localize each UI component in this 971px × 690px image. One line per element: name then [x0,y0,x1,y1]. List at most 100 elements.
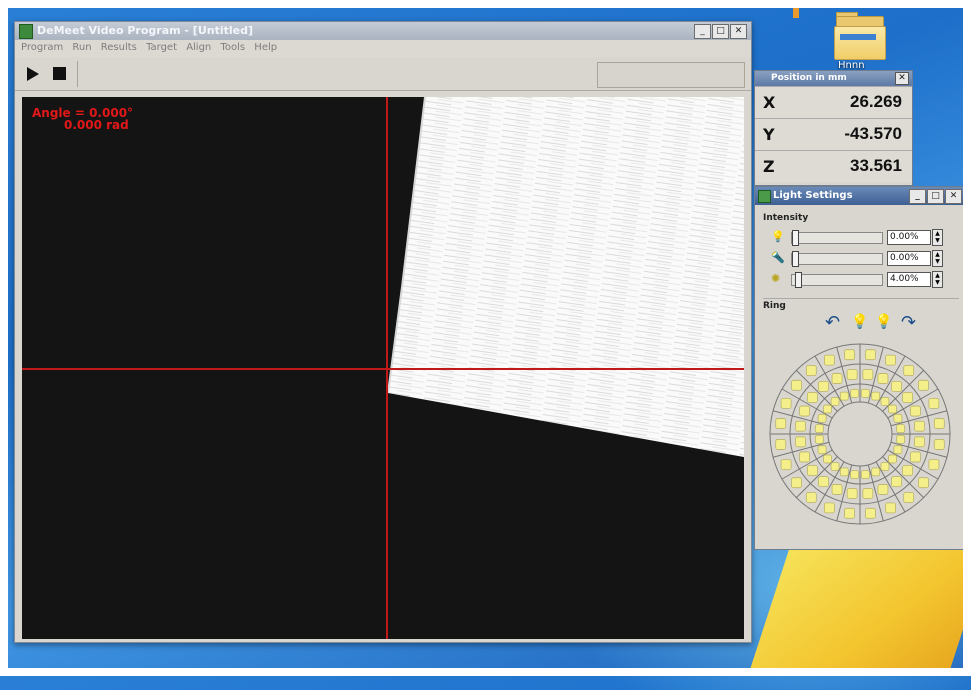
ring-led [817,445,827,455]
light-settings-icon [758,190,771,203]
intensity-slider[interactable] [791,272,883,288]
ring-led [862,369,874,380]
ring-led [903,365,915,376]
intensity-spinner[interactable]: ▲ ▼ [932,250,943,267]
ring-led [846,369,858,380]
menu-target[interactable]: Target [146,42,177,53]
main-titlebar[interactable]: DeMeet Video Program - [Untitled] _ □ ✕ [15,22,751,40]
ring-led [893,413,903,423]
position-window: Position in mm ✕ X 26.269 Y -43.570 Z 33… [754,70,913,186]
crosshair-horizontal [22,368,744,370]
intensity-row: 🔦 0.00% ▲ ▼ [769,250,959,268]
ring-led [823,454,832,464]
window-title: DeMeet Video Program - [Untitled] [37,24,254,37]
bulb-off-icon[interactable]: 💡 [875,314,892,330]
ring-led [910,405,921,417]
ring-led [839,467,849,477]
intensity-row: ✺ 4.00% ▲ ▼ [769,271,959,289]
ring-led [860,388,870,398]
ring-led [830,397,840,406]
ring-light-diagram[interactable] [767,341,953,527]
ring-led [818,380,829,392]
ring-led [791,477,802,489]
ring-led [885,502,897,514]
ring-led [918,379,929,391]
axis-value: -43.570 [844,124,902,143]
ring-light-icon: ✺ [771,272,781,285]
status-panel [597,62,745,88]
intensity-value-field[interactable]: 0.00% [887,251,931,266]
bulb-on-icon[interactable]: 💡 [851,314,868,330]
ring-led [806,465,818,476]
menu-help[interactable]: Help [254,42,277,53]
maximize-button[interactable]: □ [927,189,944,204]
close-button[interactable]: ✕ [945,189,962,204]
ring-led [799,451,810,463]
ring-led [805,365,817,376]
axis-label: Z [763,157,775,176]
ring-led [831,373,843,384]
lamp-icon: 🔦 [771,251,785,264]
light-settings-title: Light Settings [773,190,853,201]
ring-led [844,507,855,519]
ring-led [860,470,870,480]
menu-results[interactable]: Results [101,42,137,53]
ring-led [933,439,945,450]
ring-led [775,418,787,429]
desktop-marker [793,8,799,18]
ring-led [799,405,810,417]
ring-led [910,451,921,463]
position-title: Position in mm [771,73,847,83]
ring-led [902,465,914,476]
slider-thumb[interactable] [795,272,803,288]
ring-led [846,488,858,499]
desktop-folder-icon[interactable] [834,10,886,66]
slider-thumb[interactable] [792,230,799,246]
position-titlebar[interactable]: Position in mm ✕ [755,71,912,86]
intensity-value-field[interactable]: 0.00% [887,230,931,245]
play-icon[interactable] [27,67,39,81]
ring-led [831,484,843,495]
intensity-label: Intensity [763,213,809,223]
position-close-button[interactable]: ✕ [895,72,909,85]
rotate-cw-icon[interactable]: ↷ [901,312,916,333]
maximize-button[interactable]: □ [712,24,729,39]
main-window: DeMeet Video Program - [Untitled] _ □ ✕ … [14,21,752,643]
ring-led [928,459,940,471]
ring-led [865,349,876,361]
ring-led [823,354,835,366]
ring-led [823,404,832,414]
ring-led [805,492,817,503]
intensity-spinner[interactable]: ▲ ▼ [932,271,943,288]
rotate-ccw-icon[interactable]: ↶ [825,312,840,333]
axis-label: Y [763,125,775,144]
camera-viewport[interactable]: Angle = 0.000° 0.000 rad [22,97,744,639]
menu-tools[interactable]: Tools [220,42,245,53]
intensity-spinner[interactable]: ▲ ▼ [932,229,943,246]
axis-label: X [763,93,776,112]
minimize-button[interactable]: _ [694,24,711,39]
ring-led [880,397,890,406]
ring-led [928,397,940,409]
menu-program[interactable]: Program [21,42,63,53]
ring-led [795,436,806,448]
ring-led [830,462,840,471]
light-settings-titlebar[interactable]: Light Settings _ □ ✕ [755,187,966,205]
intensity-slider[interactable] [791,251,883,267]
position-row-x: X 26.269 [755,86,912,118]
minimize-button[interactable]: _ [909,189,926,204]
menu-run[interactable]: Run [72,42,91,53]
ring-led [780,459,792,471]
intensity-slider[interactable] [791,230,883,246]
angle-radians: 0.000 rad [64,118,129,132]
slider-thumb[interactable] [792,251,799,267]
ring-led [880,462,890,471]
ring-led [780,397,792,409]
intensity-row: 💡 0.00% ▲ ▼ [769,229,959,247]
menu-align[interactable]: Align [186,42,211,53]
ring-led [795,420,806,432]
intensity-value-field[interactable]: 4.00% [887,272,931,287]
ring-led [865,507,876,519]
stop-icon[interactable] [53,67,66,80]
close-button[interactable]: ✕ [730,24,747,39]
